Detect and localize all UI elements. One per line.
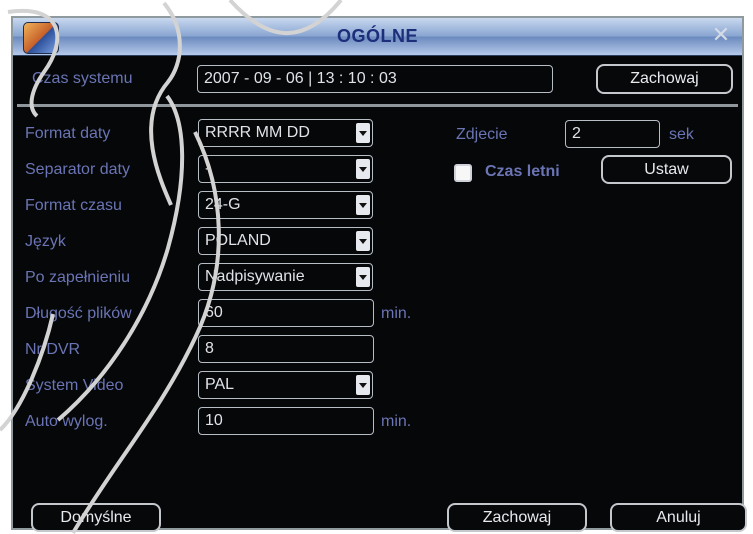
daylight-saving-checkbox[interactable] (454, 164, 472, 182)
chevron-down-icon[interactable] (356, 159, 370, 179)
chevron-down-icon[interactable] (356, 267, 370, 287)
video-system-select[interactable]: PAL (198, 371, 373, 399)
auto-logout-input[interactable]: 10 (198, 407, 374, 435)
date-format-label: Format daty (25, 125, 111, 142)
dvr-number-label: Nr DVR (25, 341, 81, 358)
date-format-select[interactable]: RRRR MM DD (198, 119, 373, 147)
auto-logout-unit: min. (381, 413, 412, 430)
daylight-saving-label: Czas letni (485, 163, 560, 180)
snapshot-unit: sek (669, 126, 694, 143)
system-time-label: Czas systemu (32, 70, 133, 87)
file-length-input[interactable]: 60 (198, 299, 374, 327)
cancel-button[interactable]: Anuluj (610, 503, 747, 532)
video-system-label: System Video (25, 377, 124, 394)
date-separator-label: Separator daty (25, 161, 130, 178)
section-divider (17, 104, 738, 107)
overwrite-select[interactable]: Nadpisywanie (198, 263, 373, 291)
file-length-label: Długość plików (25, 305, 132, 322)
snapshot-input[interactable]: 2 (565, 120, 660, 148)
snapshot-label: Zdjecie (456, 126, 508, 143)
auto-logout-label: Auto wylog. (25, 413, 108, 430)
set-dst-button[interactable]: Ustaw (601, 155, 732, 184)
window-title: OGÓLNE (336, 26, 418, 46)
chevron-down-icon[interactable] (356, 375, 370, 395)
file-length-unit: min. (381, 305, 412, 322)
chevron-down-icon[interactable] (356, 195, 370, 215)
system-time-field[interactable]: 2007 - 09 - 06 | 13 : 10 : 03 (197, 65, 553, 93)
close-icon[interactable]: ✕ (710, 24, 732, 46)
language-label: Język (25, 233, 66, 250)
time-format-label: Format czasu (25, 197, 122, 214)
overwrite-label: Po zapełnieniu (25, 269, 130, 286)
title-bar: OGÓLNE ✕ (13, 18, 742, 56)
save-button[interactable]: Zachowaj (447, 503, 587, 532)
general-settings-window: OGÓLNE ✕ Czas systemu 2007 - 09 - 06 | 1… (11, 16, 747, 532)
language-select[interactable]: POLAND (198, 227, 373, 255)
time-format-select[interactable]: 24-G (198, 191, 373, 219)
save-time-button[interactable]: Zachowaj (596, 64, 733, 94)
dvr-number-input[interactable]: 8 (198, 335, 374, 363)
dvr-settings-screen: OGÓLNE ✕ Czas systemu 2007 - 09 - 06 | 1… (0, 0, 753, 534)
defaults-button[interactable]: Domyślne (31, 503, 161, 532)
chevron-down-icon[interactable] (356, 231, 370, 251)
date-separator-select[interactable]: - (198, 155, 373, 183)
chevron-down-icon[interactable] (356, 123, 370, 143)
